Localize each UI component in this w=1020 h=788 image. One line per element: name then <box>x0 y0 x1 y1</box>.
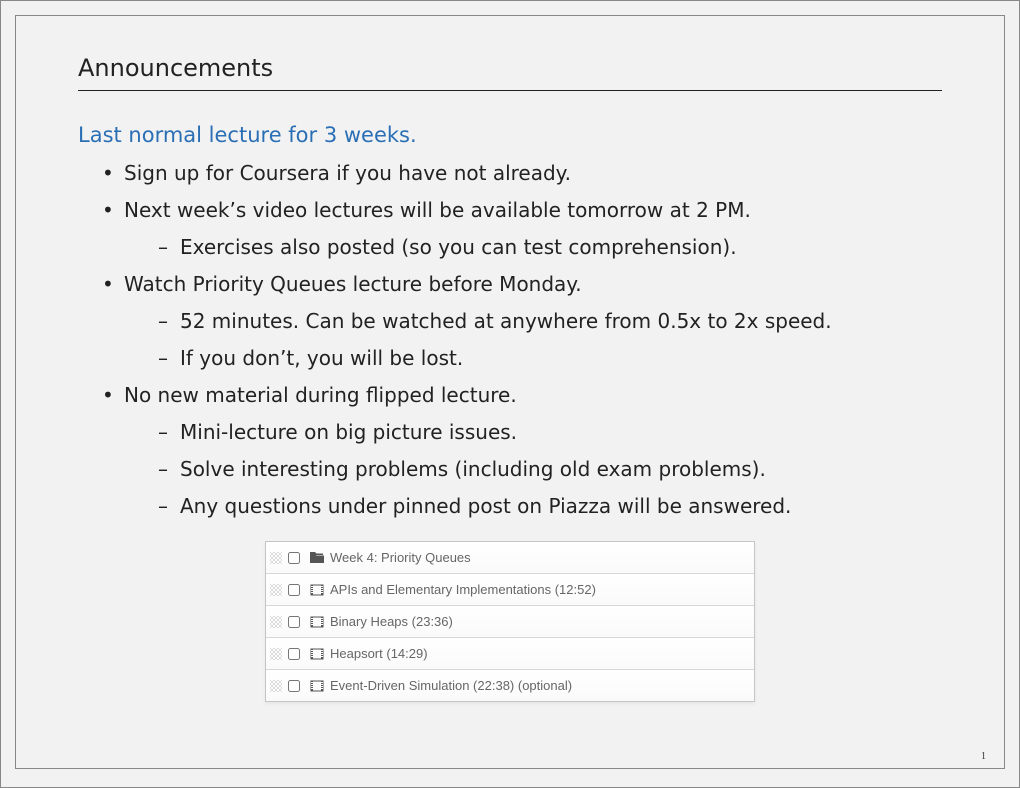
page-container: Announcements Last normal lecture for 3 … <box>0 0 1020 788</box>
drag-handle-icon[interactable] <box>270 584 282 596</box>
drag-handle-icon[interactable] <box>270 648 282 660</box>
sub-bullet-item: Any questions under pinned post on Piazz… <box>154 488 942 525</box>
row-checkbox[interactable] <box>288 552 300 564</box>
video-list: Week 4: Priority Queues APIs and Element… <box>265 541 755 702</box>
sub-bullet-item: Mini-lecture on big picture issues. <box>154 414 942 451</box>
bullet-item: No new material during flipped lecture. … <box>98 377 942 525</box>
slide-title: Announcements <box>78 54 942 82</box>
video-row[interactable]: APIs and Elementary Implementations (12:… <box>266 574 754 606</box>
section-subhead: Last normal lecture for 3 weeks. <box>78 123 942 147</box>
sub-bullet-list: Mini-lecture on big picture issues. Solv… <box>124 414 942 525</box>
bullet-text: Next week’s video lectures will be avail… <box>124 198 751 222</box>
sub-bullet-text: 52 minutes. Can be watched at anywhere f… <box>180 309 832 333</box>
sub-bullet-text: Exercises also posted (so you can test c… <box>180 235 737 259</box>
drag-handle-icon[interactable] <box>270 616 282 628</box>
video-row[interactable]: Event-Driven Simulation (22:38) (optiona… <box>266 670 754 701</box>
slide: Announcements Last normal lecture for 3 … <box>15 15 1005 769</box>
drag-handle-icon[interactable] <box>270 680 282 692</box>
bullet-item: Next week’s video lectures will be avail… <box>98 192 942 266</box>
video-row[interactable]: Heapsort (14:29) <box>266 638 754 670</box>
video-row-label: Week 4: Priority Queues <box>330 550 471 565</box>
row-checkbox[interactable] <box>288 680 300 692</box>
video-row-label: Event-Driven Simulation (22:38) (optiona… <box>330 678 572 693</box>
film-icon <box>310 616 324 628</box>
folder-icon <box>310 552 324 564</box>
video-row-label: APIs and Elementary Implementations (12:… <box>330 582 596 597</box>
sub-bullet-text: Mini-lecture on big picture issues. <box>180 420 517 444</box>
sub-bullet-item: If you don’t, you will be lost. <box>154 340 942 377</box>
film-icon <box>310 648 324 660</box>
sub-bullet-item: Exercises also posted (so you can test c… <box>154 229 942 266</box>
title-rule <box>78 90 942 91</box>
bullet-list: Sign up for Coursera if you have not alr… <box>78 155 942 525</box>
sub-bullet-list: Exercises also posted (so you can test c… <box>124 229 942 266</box>
bullet-text: Watch Priority Queues lecture before Mon… <box>124 272 582 296</box>
sub-bullet-text: Any questions under pinned post on Piazz… <box>180 494 791 518</box>
video-row-label: Binary Heaps (23:36) <box>330 614 453 629</box>
bullet-item: Sign up for Coursera if you have not alr… <box>98 155 942 192</box>
sub-bullet-list: 52 minutes. Can be watched at anywhere f… <box>124 303 942 377</box>
bullet-item: Watch Priority Queues lecture before Mon… <box>98 266 942 377</box>
video-row-label: Heapsort (14:29) <box>330 646 428 661</box>
bullet-text: Sign up for Coursera if you have not alr… <box>124 161 571 185</box>
sub-bullet-item: 52 minutes. Can be watched at anywhere f… <box>154 303 942 340</box>
film-icon <box>310 680 324 692</box>
sub-bullet-text: Solve interesting problems (including ol… <box>180 457 766 481</box>
video-row[interactable]: Binary Heaps (23:36) <box>266 606 754 638</box>
row-checkbox[interactable] <box>288 648 300 660</box>
drag-handle-icon[interactable] <box>270 552 282 564</box>
bullet-text: No new material during flipped lecture. <box>124 383 517 407</box>
row-checkbox[interactable] <box>288 616 300 628</box>
sub-bullet-text: If you don’t, you will be lost. <box>180 346 463 370</box>
video-row[interactable]: Week 4: Priority Queues <box>266 542 754 574</box>
film-icon <box>310 584 324 596</box>
sub-bullet-item: Solve interesting problems (including ol… <box>154 451 942 488</box>
page-number: 1 <box>981 751 986 762</box>
row-checkbox[interactable] <box>288 584 300 596</box>
